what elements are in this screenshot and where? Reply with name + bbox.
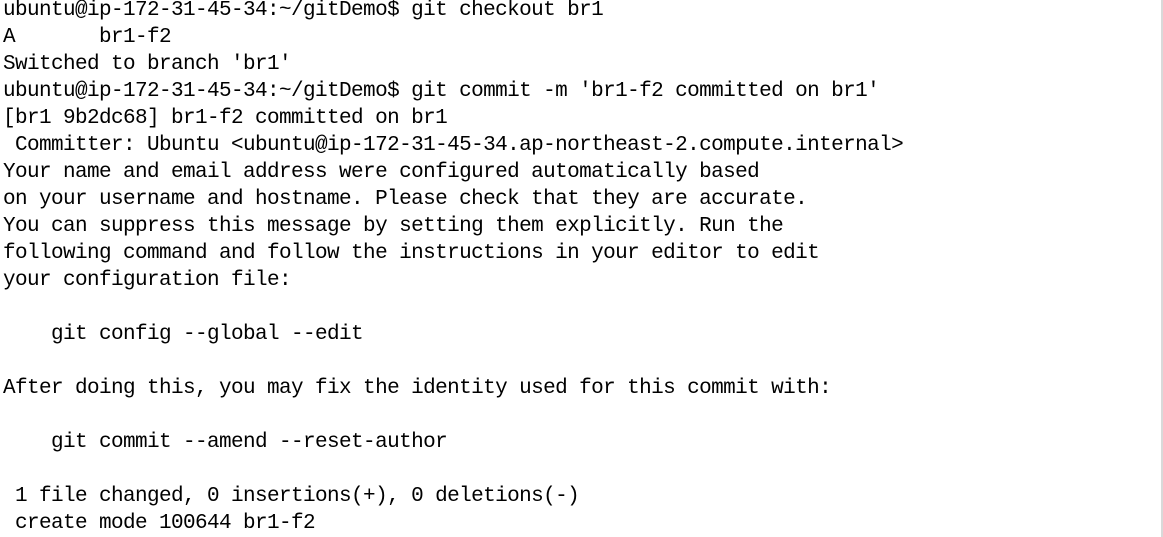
output-line: [br1 9b2dc68] br1-f2 committed on br1 [3,107,448,130]
prompt-line-commit: ubuntu@ip-172-31-45-34:~/gitDemo$ git co… [3,80,880,103]
output-line: A br1-f2 [3,26,172,49]
terminal-output: ubuntu@ip-172-31-45-34:~/gitDemo$ git ch… [3,0,1153,537]
output-line: Committer: Ubuntu <ubuntu@ip-172-31-45-3… [3,134,904,157]
output-line: git commit --amend --reset-author [3,431,448,454]
output-line: create mode 100644 br1-f2 [3,512,316,535]
output-line: on your username and hostname. Please ch… [3,188,808,211]
output-line: your configuration file: [3,269,292,292]
output-line: Your name and email address were configu… [3,161,760,184]
output-line: After doing this, you may fix the identi… [3,377,832,400]
output-line: 1 file changed, 0 insertions(+), 0 delet… [3,485,580,508]
output-line: Switched to branch 'br1' [3,53,292,76]
output-line: You can suppress this message by setting… [3,215,784,238]
output-line: git config --global --edit [3,323,364,346]
prompt-line-checkout: ubuntu@ip-172-31-45-34:~/gitDemo$ git ch… [3,0,604,22]
output-line: following command and follow the instruc… [3,242,820,265]
terminal-window[interactable]: ubuntu@ip-172-31-45-34:~/gitDemo$ git ch… [0,0,1163,537]
